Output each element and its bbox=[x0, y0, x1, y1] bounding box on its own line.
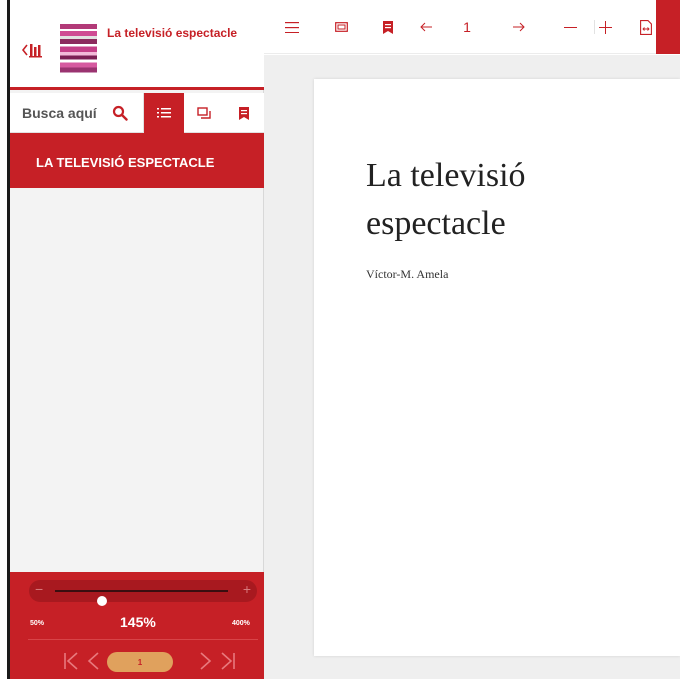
toolbar-page-number[interactable]: 1 bbox=[459, 14, 475, 40]
fit-page-icon bbox=[334, 22, 348, 32]
zoom-slider-line bbox=[55, 590, 228, 606]
current-page-indicator[interactable]: 1 bbox=[107, 652, 173, 672]
zoom-out-button[interactable] bbox=[559, 14, 581, 40]
zoom-in-icon bbox=[598, 20, 612, 34]
search-input[interactable] bbox=[22, 105, 108, 121]
menu-icon bbox=[285, 21, 299, 33]
search-icon[interactable] bbox=[112, 105, 128, 121]
tab-table-of-contents[interactable] bbox=[144, 93, 184, 133]
back-library-icon[interactable] bbox=[22, 42, 44, 58]
document-author: Víctor-M. Amela bbox=[366, 267, 449, 281]
zoom-slider-minus-icon[interactable]: − bbox=[35, 581, 43, 597]
toc-title: LA TELEVISIÓ ESPECTACLE bbox=[36, 155, 215, 170]
document-title: La televisió espectacle bbox=[366, 157, 526, 242]
zoom-min-label: 50% bbox=[30, 620, 45, 627]
thumbnails-icon bbox=[197, 107, 211, 119]
toolbar-accent-button[interactable] bbox=[656, 0, 680, 54]
zoom-panel: − + 50% 145% 400% 1 bbox=[10, 572, 264, 679]
toc-chapter-item[interactable]: LA TELEVISIÓ ESPECTACLE bbox=[10, 133, 264, 188]
fit-width-button[interactable] bbox=[637, 14, 655, 40]
bookmark-icon bbox=[383, 20, 393, 34]
bookmark-icon bbox=[239, 106, 249, 120]
next-page-button[interactable] bbox=[507, 14, 529, 40]
sidebar: La televisió espectacle Busca aquí LA TE… bbox=[10, 0, 264, 679]
fit-page-button[interactable] bbox=[330, 14, 352, 40]
book-cover-thumbnail[interactable] bbox=[60, 24, 97, 78]
first-page-icon[interactable] bbox=[62, 650, 82, 672]
reader-toolbar: 1 bbox=[264, 0, 680, 54]
arrow-left-icon bbox=[419, 22, 432, 32]
fit-width-icon bbox=[640, 19, 652, 35]
next-page-icon[interactable] bbox=[195, 650, 215, 672]
zoom-slider-plus-icon[interactable]: + bbox=[243, 581, 251, 597]
search-box bbox=[10, 93, 144, 133]
zoom-value-label: 145% bbox=[120, 614, 156, 630]
zoom-slider-knob[interactable] bbox=[96, 596, 107, 606]
document-viewer: La televisió espectacle Víctor-M. Amela bbox=[264, 55, 680, 679]
book-header: La televisió espectacle bbox=[10, 0, 264, 90]
previous-page-button[interactable] bbox=[415, 14, 437, 40]
arrow-right-icon bbox=[512, 22, 525, 32]
zoom-divider bbox=[28, 639, 258, 640]
previous-page-icon[interactable] bbox=[84, 650, 104, 672]
book-title: La televisió espectacle bbox=[107, 26, 238, 40]
menu-button[interactable] bbox=[281, 14, 303, 40]
zoom-slider[interactable]: − + bbox=[29, 580, 257, 606]
last-page-icon[interactable] bbox=[217, 650, 237, 672]
toc-list-icon bbox=[157, 108, 171, 118]
zoom-max-label: 400% bbox=[232, 620, 250, 627]
tab-bookmarks[interactable] bbox=[224, 93, 264, 133]
document-page: La televisió espectacle Víctor-M. Amela bbox=[314, 79, 680, 656]
sidebar-tool-row bbox=[10, 93, 264, 133]
zoom-in-button[interactable] bbox=[594, 14, 616, 40]
tab-thumbnails[interactable] bbox=[184, 93, 224, 133]
bookmark-button[interactable] bbox=[377, 14, 399, 40]
zoom-out-icon bbox=[563, 26, 577, 28]
